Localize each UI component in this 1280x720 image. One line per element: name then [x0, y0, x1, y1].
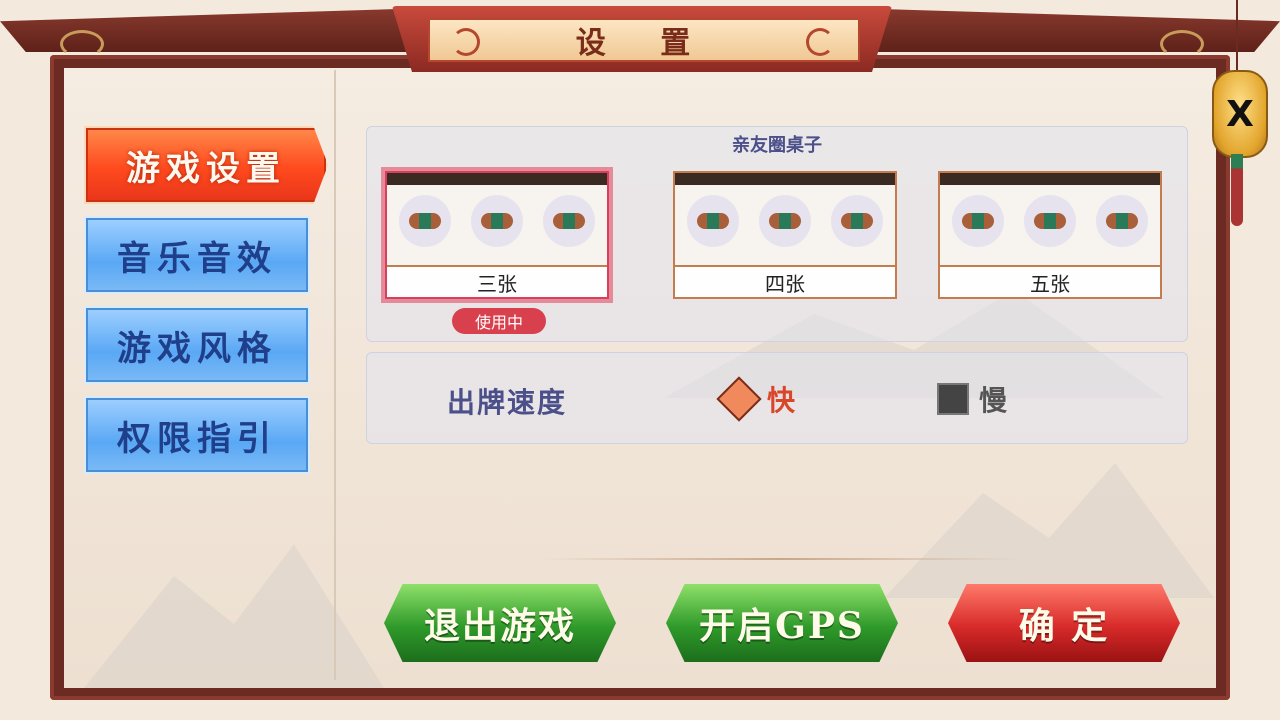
table-option-label-bar: 五张: [940, 265, 1160, 297]
radio-unchecked-icon: [937, 383, 969, 415]
speed-fast-label[interactable]: 快: [767, 379, 795, 419]
exit-game-label: 退出游戏: [423, 605, 576, 647]
table-option-three[interactable]: 三张: [385, 171, 609, 299]
dialog-title: 设 置: [575, 26, 713, 61]
table-preview-icon: [399, 195, 451, 247]
roof-right-decoration: [850, 8, 1280, 52]
table-preview-icon: [952, 195, 1004, 247]
tab-label: 音乐音效: [117, 238, 277, 279]
radio-checked-icon: [716, 376, 762, 422]
in-use-label: 使用中: [474, 313, 523, 332]
section-title: 亲友圈桌子: [732, 135, 822, 156]
lantern-string: [1236, 0, 1238, 72]
cloud-ornament-icon: [1160, 30, 1204, 58]
speed-fast-radio[interactable]: [716, 376, 762, 422]
tab-game-style[interactable]: 游戏风格: [84, 306, 310, 384]
confirm-label: 确 定: [1018, 605, 1110, 647]
exit-game-button[interactable]: 退出游戏: [384, 584, 616, 662]
play-speed-section: 出牌速度 快 慢: [366, 352, 1188, 444]
table-option-label: 四张: [765, 271, 805, 296]
preview-header-bar: [387, 173, 607, 185]
play-speed-label: 出牌速度: [447, 386, 568, 419]
divider-ornament: [540, 558, 1020, 560]
speed-slow-label[interactable]: 慢: [979, 379, 1007, 419]
table-preview-icon: [687, 195, 739, 247]
in-use-badge: 使用中: [452, 308, 546, 334]
table-preview-icon: [1024, 195, 1076, 247]
tab-permission-guide[interactable]: 权限指引: [84, 396, 310, 474]
cloud-ornament-icon: [806, 28, 834, 56]
lantern-tassel: [1231, 154, 1243, 226]
table-option-four[interactable]: 四张: [673, 171, 897, 299]
table-preview-icon: [543, 195, 595, 247]
enable-gps-label: 开启GPS: [699, 605, 865, 647]
table-option-label-bar: 三张: [387, 265, 607, 297]
sidebar-divider: [334, 70, 336, 680]
tab-game-settings[interactable]: 游戏设置: [84, 126, 328, 204]
speed-slow-radio[interactable]: [933, 379, 969, 415]
close-button[interactable]: X: [1212, 70, 1268, 158]
table-preview-icon: [831, 195, 883, 247]
close-icon: X: [1226, 93, 1254, 135]
table-option-label: 五张: [1030, 271, 1070, 296]
table-option-label: 三张: [477, 271, 517, 296]
tab-label: 游戏风格: [117, 328, 277, 369]
tab-label: 游戏设置: [126, 148, 286, 189]
title-banner: 设 置: [428, 18, 860, 62]
landscape-mountain: [884, 463, 1214, 598]
table-preview-icon: [759, 195, 811, 247]
table-option-five[interactable]: 五张: [938, 171, 1162, 299]
table-preview-icon: [1096, 195, 1148, 247]
preview-header-bar: [675, 173, 895, 185]
table-option-label-bar: 四张: [675, 265, 895, 297]
preview-header-bar: [940, 173, 1160, 185]
table-preview-icon: [471, 195, 523, 247]
cloud-ornament-icon: [452, 28, 480, 56]
enable-gps-button[interactable]: 开启GPS: [666, 584, 898, 662]
cloud-ornament-icon: [60, 30, 104, 58]
landscape-mountain: [84, 544, 384, 688]
confirm-button[interactable]: 确 定: [948, 584, 1180, 662]
tab-label: 权限指引: [117, 418, 277, 459]
tab-music-sound[interactable]: 音乐音效: [84, 216, 310, 294]
